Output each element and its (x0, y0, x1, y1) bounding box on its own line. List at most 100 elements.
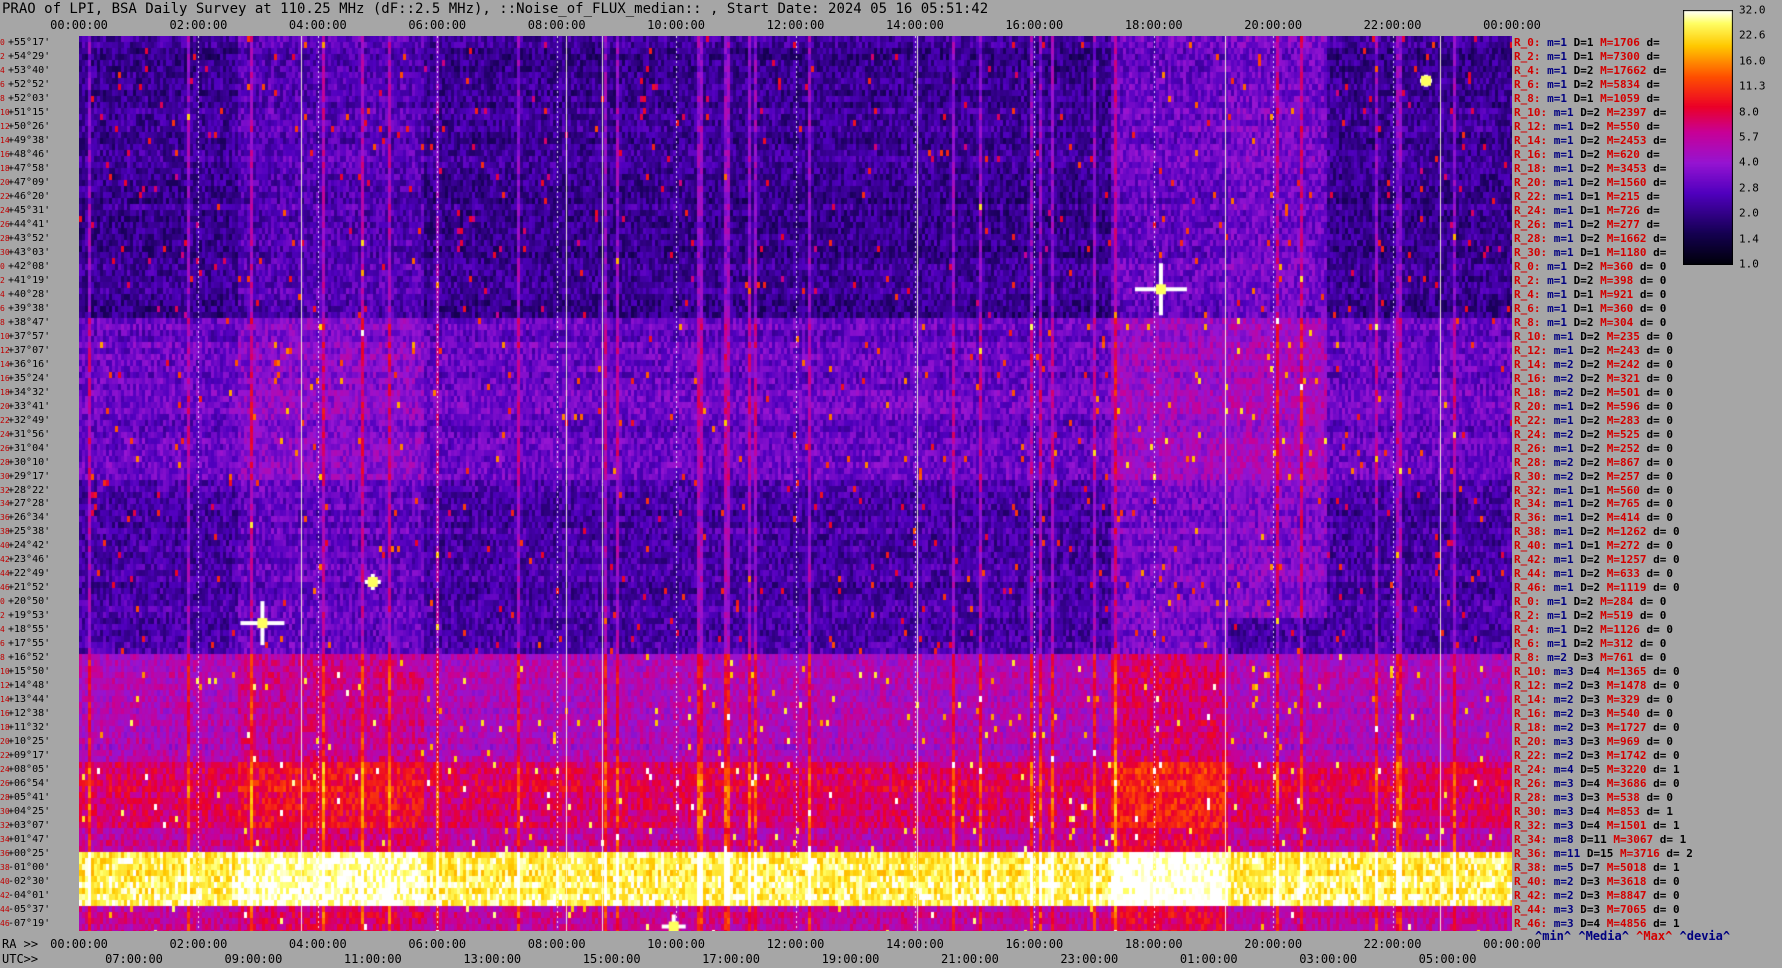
stat-max: M=3716 (1620, 847, 1660, 861)
utc-axis-tick: 03:00:00 (1299, 952, 1358, 966)
stat-min: m=1 (1547, 595, 1567, 609)
stat-beam: R_16: (1514, 147, 1548, 161)
stat-row: R_22: m=1 D=2 M=283 d= 0 (1514, 414, 1673, 428)
stat-max: M=3686 (1606, 777, 1647, 791)
declination-index: 8 (0, 93, 5, 103)
ra-axis-tick: 10:00:00 (647, 937, 705, 951)
declination-label: 14+49°38' (0, 134, 50, 147)
top-axis-tick: 08:00:00 (527, 18, 586, 32)
stat-dev: d= 0 (1646, 413, 1674, 427)
declination-index: 24 (0, 205, 10, 215)
declination-index: 18 (0, 387, 10, 397)
declination-label: 20+33°41' (0, 400, 50, 413)
declination-value: +27°28' (8, 498, 51, 510)
stat-min: m=1 (1553, 231, 1574, 245)
stat-row: R_42: m=1 D=2 M=1257 d= 0 (1514, 553, 1680, 567)
stat-row: R_8: m=1 D=2 M=304 d= 0 (1514, 316, 1666, 330)
stat-beam: R_28: (1514, 231, 1548, 245)
declination-value: -01°00' (8, 862, 51, 874)
stat-row: R_12: m=2 D=3 M=1478 d= 0 (1514, 679, 1680, 693)
declination-label: 20+10°25' (0, 735, 50, 748)
declination-index: 4 (0, 289, 5, 299)
stat-row: R_30: m=3 D=4 M=853 d= 1 (1514, 805, 1673, 819)
stat-dev: d= 0 (1646, 791, 1674, 805)
stat-max: M=519 (1600, 609, 1634, 623)
stat-min: m=2 (1547, 651, 1567, 665)
declination-value: -07°19' (8, 918, 51, 930)
stat-max: M=1059 (1600, 91, 1640, 105)
stat-max: M=3220 (1606, 763, 1647, 777)
stat-beam: R_22: (1514, 189, 1548, 203)
ra-axis-tick: 20:00:00 (1244, 937, 1303, 951)
stat-max: M=257 (1606, 469, 1640, 483)
stat-row: R_24: m=2 D=2 M=525 d= 0 (1514, 428, 1673, 442)
stat-dev: d= 1 (1646, 805, 1674, 819)
declination-label: 2 +41°19' (0, 274, 50, 287)
declination-index: 12 (0, 121, 10, 131)
declination-value: +15°50' (8, 666, 51, 678)
declination-index: 30 (0, 247, 10, 257)
stat-min: m=1 (1547, 63, 1567, 77)
declination-index: 14 (0, 359, 10, 369)
utc-axis-tick: 05:00:00 (1418, 952, 1477, 966)
stat-row: R_18: m=2 D=3 M=1727 d= 0 (1514, 721, 1680, 735)
stat-max: M=1365 (1606, 665, 1647, 679)
stat-beam: R_10: (1514, 665, 1548, 679)
declination-label: 16+48°46' (0, 148, 50, 161)
stat-dev: d= (1653, 63, 1667, 77)
stat-max: M=252 (1606, 441, 1640, 455)
stat-min: m=2 (1553, 427, 1574, 441)
stat-max: M=321 (1606, 371, 1640, 385)
declination-index: 40 (0, 877, 10, 887)
colorbar-tick: 32.0 (1739, 3, 1766, 17)
top-axis-tick: 00:00:00 (50, 18, 108, 32)
declination-index: 44 (0, 905, 10, 915)
stat-row: R_32: m=3 D=4 M=1501 d= 1 (1514, 819, 1680, 833)
stat-row: R_36: m=1 D=2 M=414 d= 0 (1514, 511, 1673, 525)
declination-value: +44°41' (8, 218, 51, 230)
declination-label: 42+23°46' (0, 553, 50, 566)
declination-label: 4 +40°28' (0, 288, 50, 301)
declination-value: +52°52' (8, 78, 51, 90)
declination-label: 36+26°34' (0, 511, 50, 524)
stat-beam: R_14: (1514, 693, 1548, 707)
stat-max: M=312 (1600, 637, 1634, 651)
stat-row: R_20: m=1 D=2 M=596 d= 0 (1514, 400, 1673, 414)
stat-min: m=1 (1553, 539, 1574, 553)
stat-row: R_26: m=1 D=2 M=277 d= (1514, 218, 1660, 232)
stat-beam: R_2: (1514, 609, 1541, 623)
utc-axis-tick: 15:00:00 (582, 952, 641, 966)
stat-median: D=7 (1580, 861, 1601, 875)
stat-max: M=360 (1600, 259, 1634, 273)
stat-beam: R_0: (1514, 595, 1541, 609)
top-axis-tick: 10:00:00 (647, 18, 705, 32)
stat-row: R_14: m=2 D=3 M=329 d= 0 (1514, 693, 1673, 707)
declination-value: +21°52' (8, 582, 51, 594)
stat-min: m=1 (1553, 161, 1574, 175)
stat-median: D=3 (1580, 721, 1601, 735)
stat-dev: d= 0 (1653, 553, 1680, 567)
stat-max: M=1727 (1606, 721, 1647, 735)
stat-min: m=3 (1553, 735, 1574, 749)
stat-median: D=2 (1580, 469, 1601, 483)
stat-dev: d= 0 (1653, 581, 1680, 595)
stat-beam: R_26: (1514, 441, 1548, 455)
declination-index: 22 (0, 751, 10, 761)
declination-index: 2 (0, 275, 5, 285)
stat-median: D=2 (1580, 217, 1601, 231)
stat-beam: R_18: (1514, 385, 1548, 399)
stat-max: M=969 (1606, 735, 1640, 749)
stat-row: R_0: m=1 D=2 M=360 d= 0 (1514, 260, 1666, 274)
declination-index: 16 (0, 373, 10, 383)
declination-value: +33°41' (8, 400, 51, 412)
declination-label: 0 +42°08' (0, 260, 50, 273)
stat-min: m=1 (1553, 511, 1574, 525)
declination-label: 0 +55°17' (0, 36, 50, 49)
stat-dev: d= 0 (1646, 455, 1674, 469)
declination-index: 34 (0, 835, 10, 845)
stat-median: D=3 (1580, 889, 1601, 903)
declination-label: 32+28°22' (0, 484, 50, 497)
stat-dev: d= (1646, 49, 1660, 63)
stat-dev: d= (1653, 245, 1667, 259)
declination-label: 44-05°37' (0, 903, 50, 916)
